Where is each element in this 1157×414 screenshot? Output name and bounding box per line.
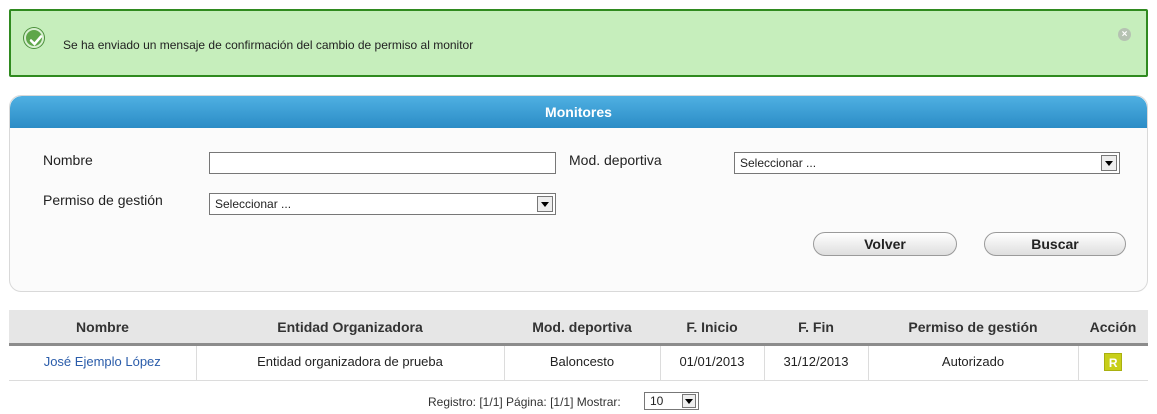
cell-permiso: Autorizado	[867, 344, 1078, 381]
pager-info: Registro: [1/1] Página: [1/1] Mostrar:	[428, 395, 621, 409]
cell-accion: R	[1077, 344, 1148, 381]
chevron-down-icon[interactable]	[1101, 155, 1117, 171]
nombre-input[interactable]	[209, 152, 556, 174]
col-f-fin[interactable]: F. Fin	[764, 310, 868, 344]
col-permiso[interactable]: Permiso de gestión	[868, 310, 1078, 344]
permiso-value: Seleccionar ...	[215, 197, 292, 211]
chevron-down-icon[interactable]	[537, 196, 553, 212]
col-entidad[interactable]: Entidad Organizadora	[196, 310, 504, 344]
review-action-button[interactable]: R	[1104, 352, 1123, 371]
close-icon[interactable]: ×	[1118, 28, 1131, 41]
monitor-link[interactable]: José Ejemplo López	[44, 354, 161, 369]
alert-message: Se ha enviado un mensaje de confirmación…	[63, 38, 474, 52]
header-divider	[9, 343, 1148, 346]
mod-deportiva-select[interactable]: Seleccionar ...	[734, 152, 1120, 174]
page-size-select[interactable]: 10	[644, 392, 699, 410]
cell-entidad: Entidad organizadora de prueba	[195, 344, 504, 381]
permiso-select[interactable]: Seleccionar ...	[209, 193, 556, 215]
mod-deportiva-value: Seleccionar ...	[740, 156, 817, 170]
buscar-button[interactable]: Buscar	[984, 232, 1126, 256]
col-mod-deportiva[interactable]: Mod. deportiva	[504, 310, 660, 344]
search-panel: Monitores	[9, 95, 1148, 292]
page-size-value: 10	[650, 394, 664, 408]
permiso-label: Permiso de gestión	[43, 192, 163, 208]
col-accion: Acción	[1089, 319, 1137, 335]
col-nombre[interactable]: Nombre	[9, 310, 196, 344]
col-f-inicio[interactable]: F. Inicio	[660, 310, 764, 344]
cell-nombre[interactable]: José Ejemplo López	[9, 344, 196, 381]
table-row: José Ejemplo López Entidad organizadora …	[9, 344, 1148, 381]
cell-fin: 31/12/2013	[763, 344, 868, 381]
check-circle-icon	[24, 28, 44, 48]
success-alert: Se ha enviado un mensaje de confirmación…	[9, 9, 1148, 77]
mod-deportiva-label: Mod. deportiva	[569, 152, 662, 168]
panel-title: Monitores	[10, 96, 1147, 128]
cell-mod: Baloncesto	[503, 344, 660, 381]
cell-inicio: 01/01/2013	[659, 344, 764, 381]
chevron-down-icon[interactable]	[682, 394, 696, 408]
table-header-row: Nombre Entidad Organizadora Mod. deporti…	[9, 310, 1148, 344]
nombre-label: Nombre	[43, 152, 93, 168]
volver-button[interactable]: Volver	[813, 232, 957, 256]
